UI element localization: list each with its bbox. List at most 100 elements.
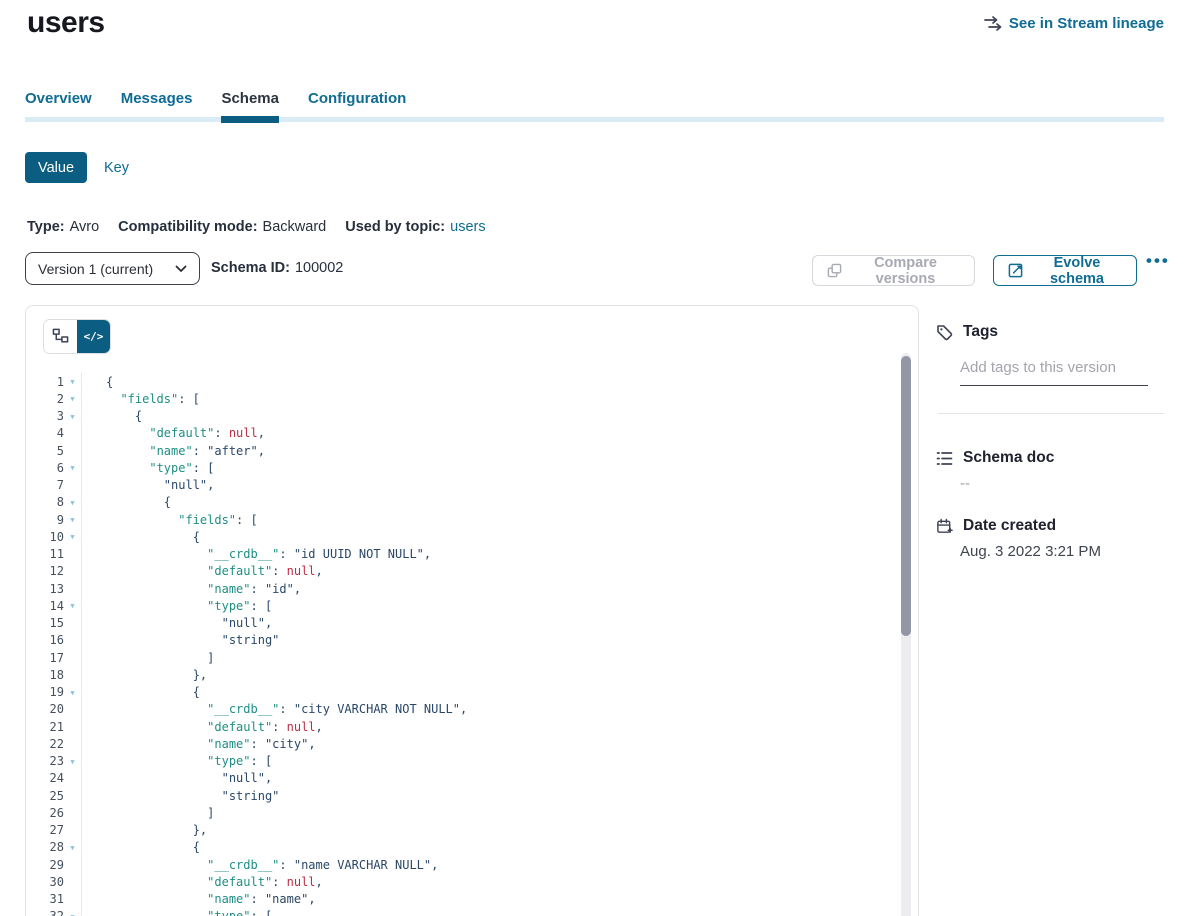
tags-section-header: Tags	[936, 323, 998, 341]
tab-schema[interactable]: Schema	[221, 90, 279, 117]
line-number: 29	[26, 858, 64, 872]
code-line: 6▼"type": [	[26, 459, 918, 476]
line-number: 13	[26, 582, 64, 596]
date-created-header: Date created	[936, 517, 1056, 535]
version-select-value: Version 1 (current)	[38, 261, 153, 277]
line-number: 14	[26, 599, 64, 613]
chevron-down-icon	[175, 265, 187, 273]
topic-link[interactable]: users	[450, 219, 485, 235]
fold-toggle-icon	[64, 864, 81, 865]
fold-toggle-icon	[64, 881, 81, 882]
editor-view-toggle: </>	[44, 320, 110, 353]
version-select[interactable]: Version 1 (current)	[25, 252, 200, 285]
fold-toggle-icon	[64, 812, 81, 813]
fold-toggle-icon[interactable]: ▼	[64, 601, 81, 610]
line-number: 1	[26, 375, 64, 389]
fold-toggle-icon[interactable]: ▼	[64, 757, 81, 766]
code-line: 10▼{	[26, 528, 918, 545]
fold-toggle-icon[interactable]: ▼	[64, 688, 81, 697]
more-options-button[interactable]: •••	[1146, 251, 1170, 271]
see-in-stream-lineage-link[interactable]: See in Stream lineage	[983, 15, 1164, 32]
fold-toggle-icon[interactable]: ▼	[64, 498, 81, 507]
fold-toggle-icon	[64, 899, 81, 900]
line-number: 30	[26, 875, 64, 889]
fold-toggle-icon[interactable]: ▼	[64, 532, 81, 541]
code-line: 12"default": null,	[26, 563, 918, 580]
compare-versions-label: Compare versions	[851, 255, 960, 287]
code-line: 13"name": "id",	[26, 580, 918, 597]
code-line: 30"default": null,	[26, 873, 918, 890]
used-by-topic-meta: Used by topic: users	[345, 219, 485, 235]
fold-toggle-icon[interactable]: ▼	[64, 394, 81, 403]
type-meta: Type: Avro	[27, 219, 99, 235]
fold-toggle-icon[interactable]: ▼	[64, 843, 81, 852]
code-line: 18},	[26, 666, 918, 683]
line-number: 17	[26, 651, 64, 665]
fold-toggle-icon[interactable]: ▼	[64, 377, 81, 386]
fold-toggle-icon	[64, 726, 81, 727]
code-line: 9▼"fields": [	[26, 511, 918, 528]
code-lines: 1▼{2▼"fields": [3▼{4"default": null,5"na…	[26, 373, 918, 916]
tree-view-button[interactable]	[44, 320, 77, 353]
code-line: 29"__crdb__": "name VARCHAR NULL",	[26, 856, 918, 873]
topic-label: Used by topic:	[345, 219, 445, 235]
key-toggle-link[interactable]: Key	[104, 160, 129, 176]
fold-toggle-icon	[64, 588, 81, 589]
compatibility-value: Backward	[263, 219, 327, 235]
compare-versions-button[interactable]: Compare versions	[812, 255, 975, 286]
line-number: 4	[26, 426, 64, 440]
tabs: Overview Messages Schema Configuration	[25, 90, 1164, 117]
line-number: 12	[26, 564, 64, 578]
add-tags-input[interactable]	[960, 357, 1148, 386]
schema-page: users See in Stream lineage Overview Mess…	[0, 0, 1189, 916]
line-number: 11	[26, 547, 64, 561]
line-number: 6	[26, 461, 64, 475]
date-created-value: Aug. 3 2022 3:21 PM	[960, 543, 1101, 560]
code-view-button[interactable]: </>	[77, 320, 110, 353]
editor-scrollbar-thumb[interactable]	[901, 356, 911, 636]
schema-doc-title: Schema doc	[963, 449, 1054, 467]
code-line: 26]	[26, 804, 918, 821]
tab-overview[interactable]: Overview	[25, 90, 92, 117]
code-line: 15"null",	[26, 615, 918, 632]
line-number: 7	[26, 478, 64, 492]
code-line: 5"name": "after",	[26, 442, 918, 459]
line-number: 27	[26, 823, 64, 837]
code-line: 25"string"	[26, 787, 918, 804]
line-number: 32	[26, 909, 64, 916]
evolve-schema-label: Evolve schema	[1032, 255, 1122, 287]
schema-doc-value: --	[960, 475, 970, 492]
code-line: 31"name": "name",	[26, 891, 918, 908]
code-line: 14▼"type": [	[26, 597, 918, 614]
fold-toggle-icon[interactable]: ▼	[64, 463, 81, 472]
lineage-link-label: See in Stream lineage	[1009, 15, 1164, 32]
schema-id-value: 100002	[295, 260, 343, 276]
code-line: 17]	[26, 649, 918, 666]
code-line: 24"null",	[26, 770, 918, 787]
code-line: 2▼"fields": [	[26, 390, 918, 407]
fold-toggle-icon[interactable]: ▼	[64, 412, 81, 421]
line-number: 8	[26, 495, 64, 509]
fold-toggle-icon[interactable]: ▼	[64, 912, 81, 916]
line-number: 16	[26, 633, 64, 647]
evolve-schema-button[interactable]: Evolve schema	[993, 255, 1137, 286]
tab-configuration[interactable]: Configuration	[308, 90, 406, 117]
calendar-icon	[936, 518, 953, 535]
code-editor[interactable]: 1▼{2▼"fields": [3▼{4"default": null,5"na…	[26, 353, 918, 916]
tree-view-icon	[52, 328, 69, 345]
type-value: Avro	[70, 219, 100, 235]
code-view-icon: </>	[84, 330, 104, 343]
code-line: 11"__crdb__": "id UUID NOT NULL",	[26, 546, 918, 563]
page-title: users	[27, 6, 105, 40]
fold-toggle-icon	[64, 795, 81, 796]
schema-doc-header: Schema doc	[936, 449, 1054, 467]
editor-scrollbar-track[interactable]	[901, 353, 911, 916]
value-toggle-button[interactable]: Value	[25, 152, 87, 183]
tab-track	[25, 117, 1164, 122]
code-line: 16"string"	[26, 632, 918, 649]
line-number: 24	[26, 771, 64, 785]
line-number: 26	[26, 806, 64, 820]
fold-toggle-icon[interactable]: ▼	[64, 515, 81, 524]
code-line: 8▼{	[26, 494, 918, 511]
tab-messages[interactable]: Messages	[121, 90, 193, 117]
